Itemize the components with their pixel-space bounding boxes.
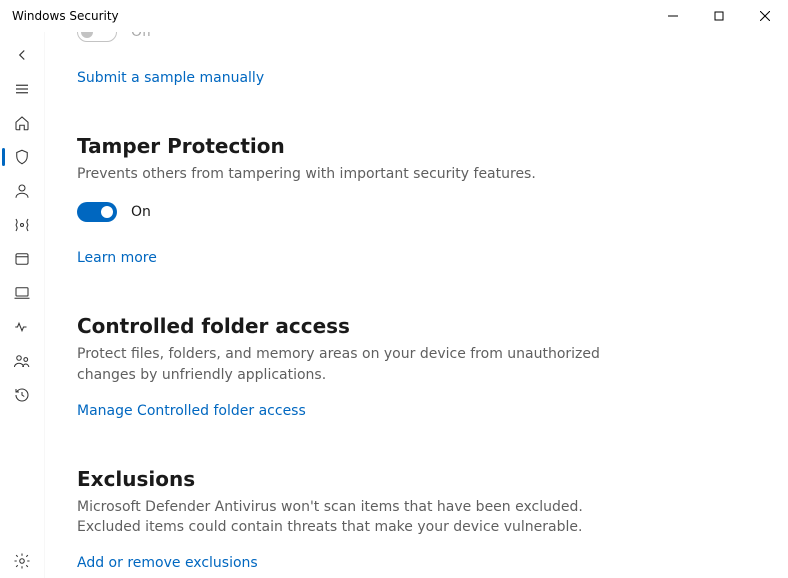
sidebar (0, 32, 44, 578)
minimize-button[interactable] (650, 0, 696, 32)
add-exclusions-link[interactable]: Add or remove exclusions (77, 555, 258, 571)
sidebar-item-firewall[interactable] (2, 208, 42, 242)
exclusions-desc: Microsoft Defender Antivirus won't scan … (77, 497, 607, 538)
sidebar-item-virus-protection[interactable] (2, 140, 42, 174)
sidebar-item-account[interactable] (2, 174, 42, 208)
controlled-folder-access-title: Controlled folder access (77, 314, 760, 338)
window-controls (650, 0, 788, 32)
window-title: Windows Security (12, 9, 119, 23)
maximize-button[interactable] (696, 0, 742, 32)
tamper-protection-desc: Prevents others from tampering with impo… (77, 164, 607, 184)
sidebar-item-settings[interactable] (2, 544, 42, 578)
submit-sample-link[interactable]: Submit a sample manually (77, 70, 264, 86)
previous-toggle[interactable] (77, 32, 117, 42)
titlebar: Windows Security (0, 0, 788, 32)
close-button[interactable] (742, 0, 788, 32)
tamper-protection-title: Tamper Protection (77, 134, 760, 158)
sidebar-item-device-performance[interactable] (2, 310, 42, 344)
manage-cfa-link[interactable]: Manage Controlled folder access (77, 403, 306, 419)
sidebar-item-home[interactable] (2, 106, 42, 140)
menu-button[interactable] (2, 72, 42, 106)
learn-more-link[interactable]: Learn more (77, 250, 157, 266)
controlled-folder-access-desc: Protect files, folders, and memory areas… (77, 344, 607, 385)
sidebar-item-app-browser[interactable] (2, 242, 42, 276)
previous-toggle-row: Off (77, 32, 760, 42)
sidebar-item-device-security[interactable] (2, 276, 42, 310)
tamper-toggle-row: On (77, 202, 760, 222)
main-content: Off Submit a sample manually Tamper Prot… (44, 32, 788, 578)
sidebar-item-history[interactable] (2, 378, 42, 412)
exclusions-title: Exclusions (77, 467, 760, 491)
back-button[interactable] (2, 38, 42, 72)
tamper-toggle[interactable] (77, 202, 117, 222)
sidebar-item-family[interactable] (2, 344, 42, 378)
previous-toggle-label: Off (131, 32, 152, 40)
tamper-toggle-label: On (131, 204, 151, 220)
